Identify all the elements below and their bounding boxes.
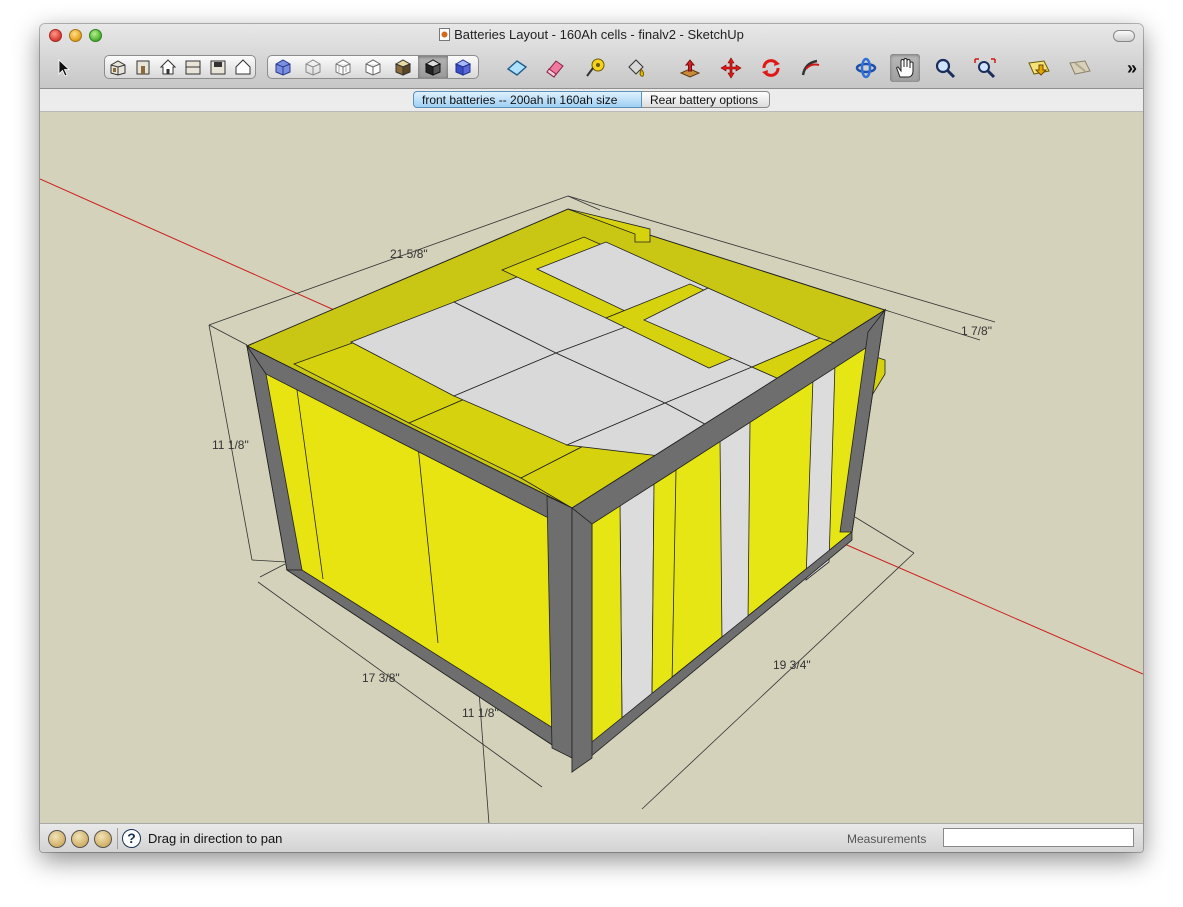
pan-tool-button[interactable] [890, 54, 920, 82]
top-view-button[interactable] [180, 56, 205, 78]
monochrome-style-icon [424, 59, 442, 76]
iso-view-button[interactable] [105, 56, 130, 78]
home-view-icon [159, 59, 176, 75]
previous-view-icon [1028, 60, 1050, 76]
select-tool-button[interactable] [49, 54, 79, 82]
scene-tab-front-batteries[interactable]: front batteries -- 200ah in 160ah size [413, 91, 642, 108]
follow-me-icon [801, 59, 820, 76]
shaded-style-button[interactable] [358, 56, 388, 78]
model-viewport[interactable]: 21 5/8" 1 7/8" 11 1/8" 17 3/8" 11 1/8" 1… [40, 112, 1143, 823]
toolbar-toggle-button[interactable] [1113, 30, 1135, 42]
arrow-select-icon [58, 59, 71, 77]
user-icon[interactable] [94, 830, 112, 848]
push-pull-icon [679, 59, 701, 78]
geo-location-icon[interactable] [48, 830, 66, 848]
styles-toolbar [267, 55, 479, 79]
monochrome-style-button[interactable] [418, 56, 448, 78]
red-axis-left [40, 178, 351, 318]
zoom-tool-button[interactable] [930, 54, 960, 82]
front-view-button[interactable] [130, 56, 155, 78]
rotate-tool-button[interactable] [756, 54, 786, 82]
measurements-input[interactable] [943, 828, 1134, 847]
shaded-texture-style-icon [394, 59, 412, 76]
dim-label-top-width: 21 5/8" [390, 247, 428, 261]
paint-bucket-icon [628, 59, 645, 77]
wireframe-style-icon [305, 59, 321, 76]
paint-bucket-button[interactable] [621, 54, 651, 82]
back-view-icon [235, 59, 250, 75]
zoom-extents-icon [974, 58, 996, 79]
toolbar-overflow-button[interactable]: » [1117, 54, 1143, 82]
edges-style-icon [454, 59, 472, 76]
move-tool-icon [720, 57, 742, 79]
eraser-tool-button[interactable] [540, 54, 570, 82]
rectangle-tool-icon [506, 60, 528, 76]
dim-label-side-depth: 19 3/4" [773, 658, 811, 672]
status-text: Drag in direction to pan [148, 831, 283, 846]
dim-label-left-height: 11 1/8" [212, 438, 249, 452]
hidden-line-style-button[interactable] [328, 56, 358, 78]
pan-hand-icon [896, 57, 914, 78]
push-pull-button[interactable] [675, 54, 705, 82]
right-view-button[interactable] [205, 56, 230, 78]
status-separator [117, 828, 118, 849]
window-title: Batteries Layout - 160Ah cells - finalv2… [40, 27, 1143, 42]
orbit-icon [855, 57, 877, 79]
eraser-tool-icon [546, 60, 564, 78]
previous-view-button[interactable] [1024, 54, 1054, 82]
views-toolbar [104, 55, 256, 79]
tape-measure-button[interactable] [581, 54, 611, 82]
edges-style-button[interactable] [448, 56, 478, 78]
orbit-button[interactable] [851, 54, 881, 82]
dim-label-right-offset: 1 7/8" [961, 324, 992, 338]
move-tool-button[interactable] [716, 54, 746, 82]
zoom-icon [935, 58, 956, 79]
xray-style-button[interactable] [268, 56, 298, 78]
scenes-bar: front batteries -- 200ah in 160ah size R… [40, 89, 1143, 112]
red-axis-right [839, 541, 1143, 675]
rotate-tool-icon [762, 59, 780, 77]
next-view-button[interactable] [1065, 54, 1095, 82]
help-icon[interactable]: ? [122, 829, 141, 848]
top-view-icon [185, 60, 200, 75]
scene-tab-rear-battery-options[interactable]: Rear battery options [642, 91, 770, 108]
credits-icon[interactable] [71, 830, 89, 848]
rectangle-tool-button[interactable] [502, 54, 532, 82]
tape-measure-icon [586, 58, 605, 77]
status-bar: ? Drag in direction to pan Measurements [40, 823, 1143, 852]
title-toolbar-area: Batteries Layout - 160Ah cells - finalv2… [40, 24, 1143, 89]
wireframe-style-button[interactable] [298, 56, 328, 78]
home-view-button[interactable] [155, 56, 180, 78]
xray-style-icon [275, 59, 291, 76]
back-view-button[interactable] [230, 56, 255, 78]
front-view-icon [136, 60, 149, 75]
next-view-icon [1069, 60, 1091, 75]
follow-me-button[interactable] [796, 54, 826, 82]
sketchup-window: Batteries Layout - 160Ah cells - finalv2… [40, 24, 1143, 852]
right-view-icon [210, 60, 225, 75]
dim-label-front-width: 17 3/8" [362, 671, 400, 685]
zoom-extents-button[interactable] [970, 54, 1000, 82]
shaded-texture-style-button[interactable] [388, 56, 418, 78]
hidden-line-style-icon [335, 59, 351, 76]
shaded-style-icon [365, 59, 381, 76]
measurements-label: Measurements [847, 832, 927, 846]
window-title-text: Batteries Layout - 160Ah cells - finalv2… [454, 27, 744, 42]
iso-view-icon [110, 60, 125, 76]
model-canvas: 21 5/8" 1 7/8" 11 1/8" 17 3/8" 11 1/8" 1… [40, 178, 1143, 823]
document-proxy-icon[interactable] [439, 28, 451, 41]
dim-label-front-height: 11 1/8" [462, 706, 499, 720]
